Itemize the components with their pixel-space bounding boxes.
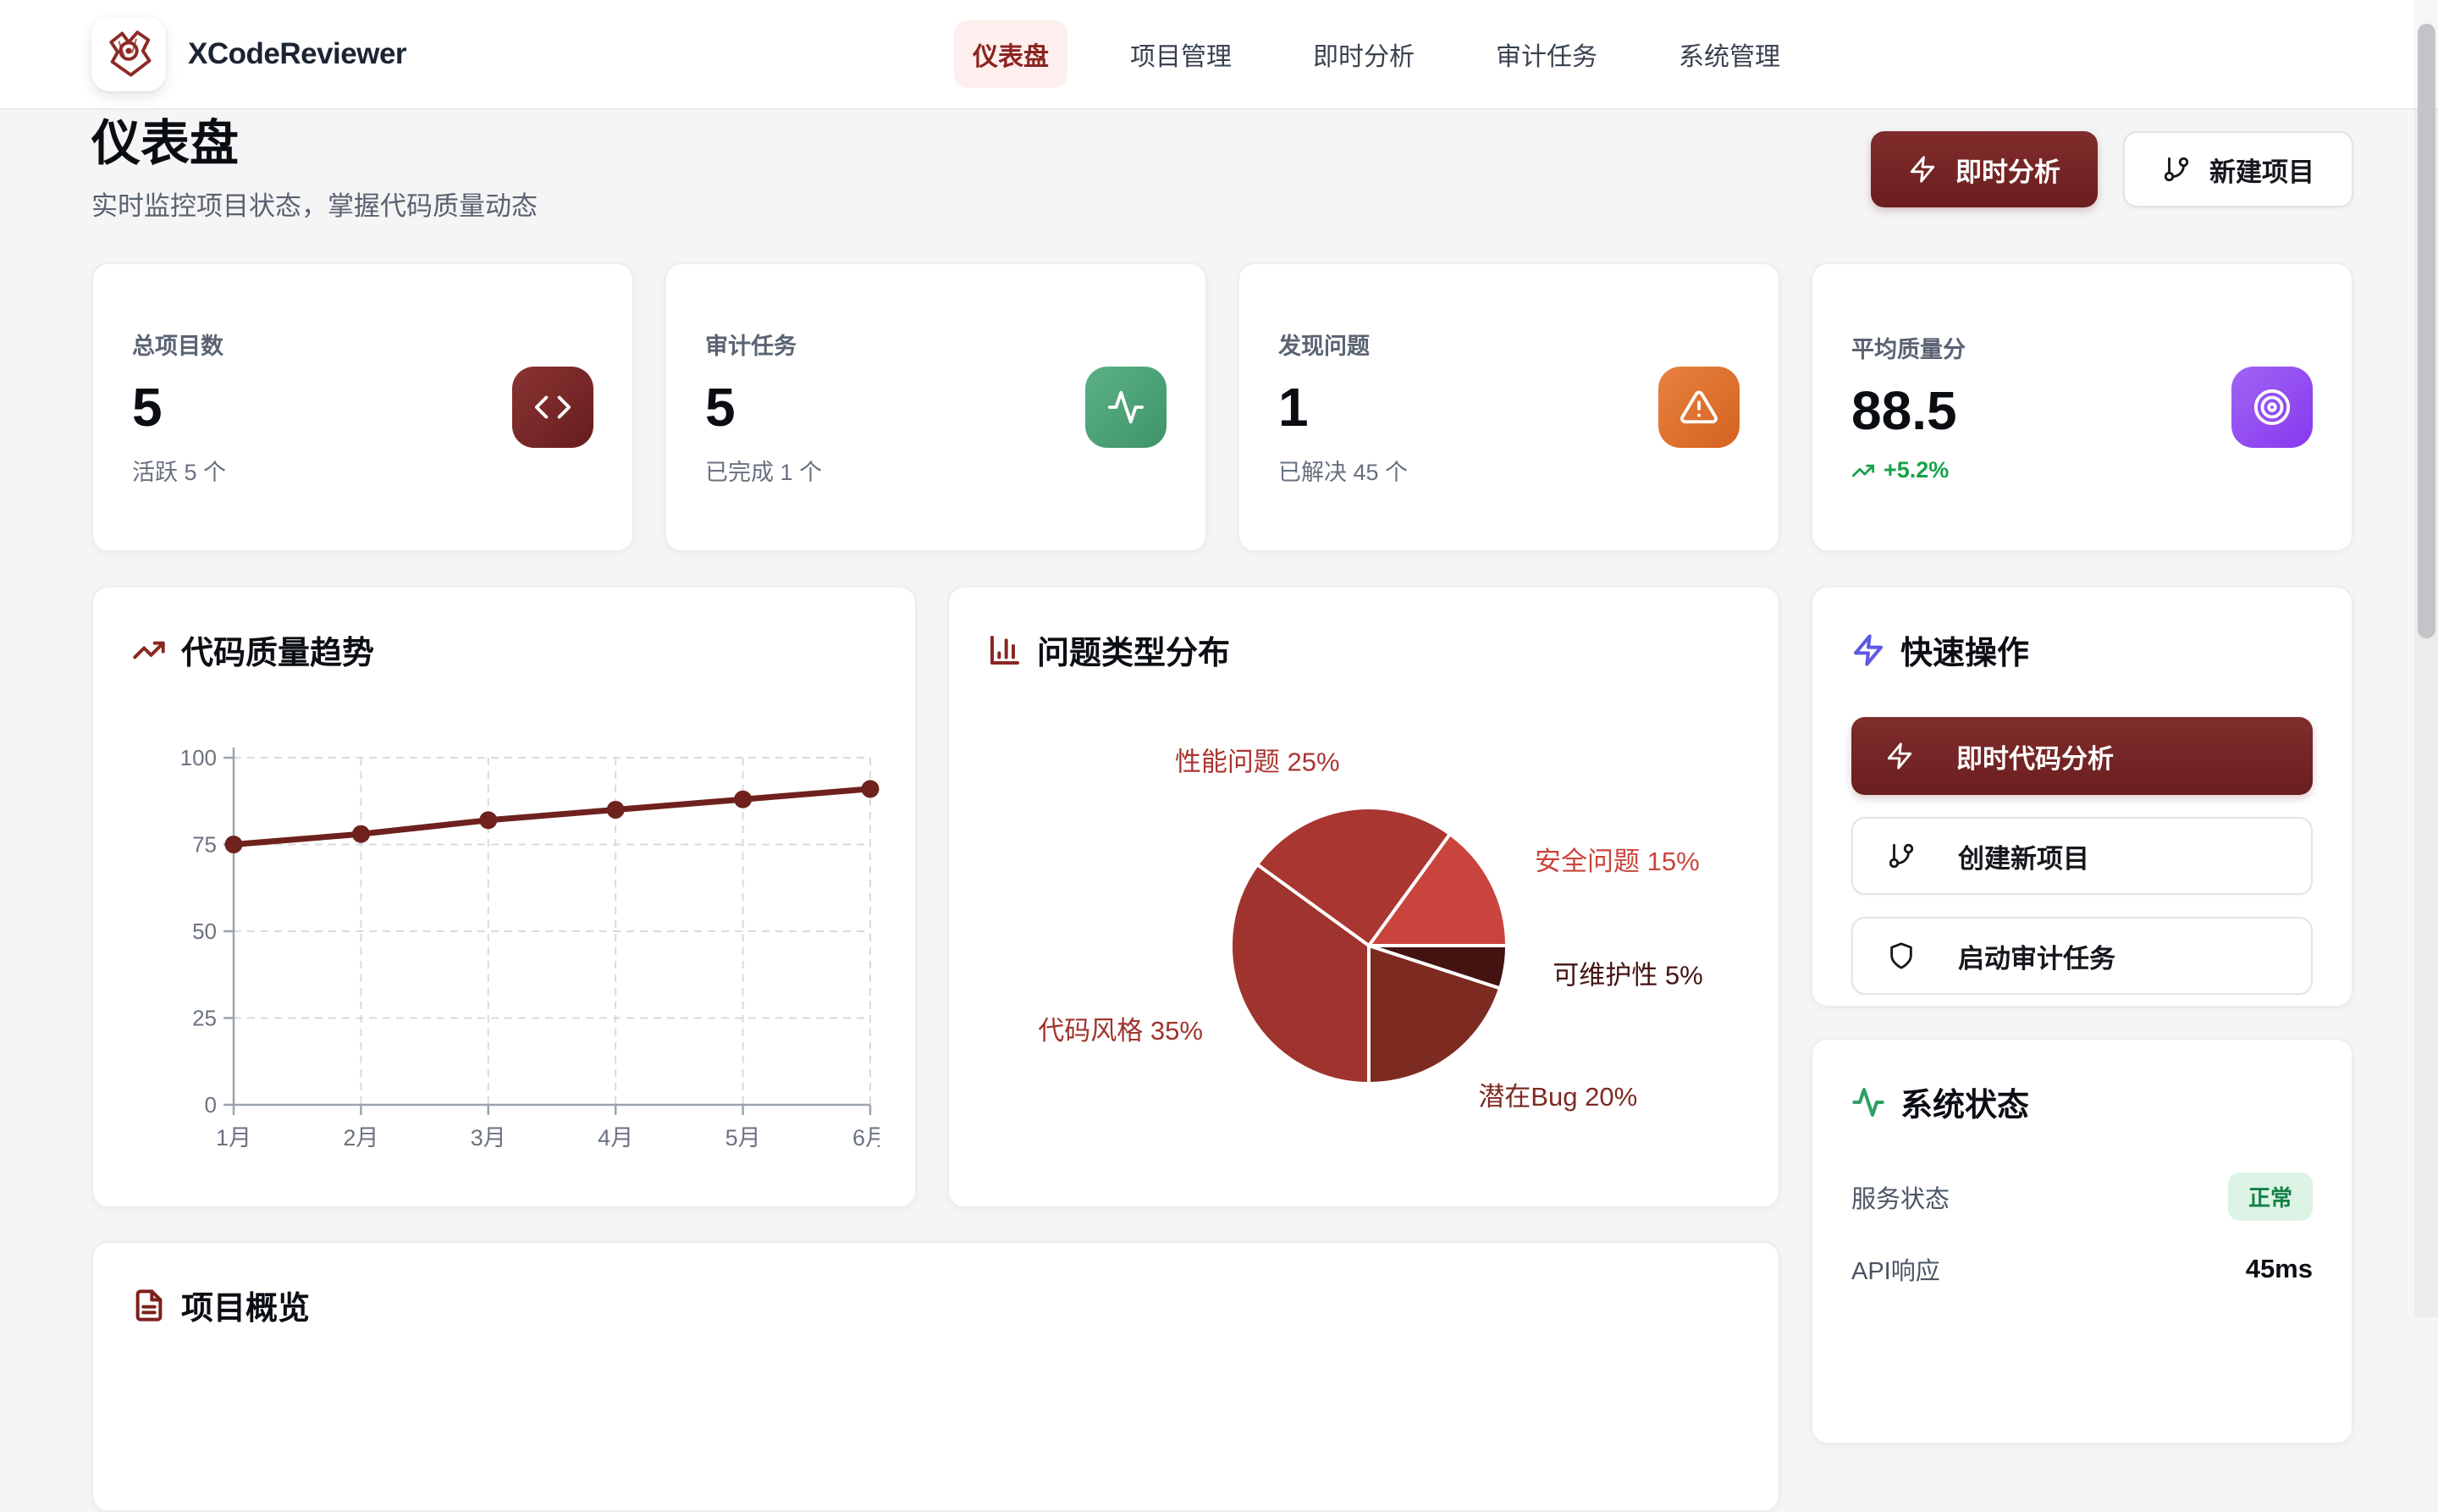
nav-item-dashboard[interactable]: 仪表盘 [954, 20, 1067, 88]
quick-action-label: 启动审计任务 [1958, 937, 2115, 975]
svg-text:0: 0 [205, 1092, 217, 1117]
stat-trend: +5.2% [1851, 457, 1966, 483]
quality-trend-card: 代码质量趋势 0 25 50 75 100 1月 2月 3月 4月 5月 6月 [91, 586, 917, 1208]
stat-label: 总项目数 [132, 328, 226, 361]
svg-text:3月: 3月 [471, 1125, 506, 1151]
quality-trend-chart[interactable]: 0 25 50 75 100 1月 2月 3月 4月 5月 6月 [132, 673, 880, 1164]
status-row-value: 45ms [2246, 1254, 2313, 1284]
svg-text:4月: 4月 [598, 1125, 633, 1151]
app-logo[interactable] [91, 17, 166, 91]
nav-item-system-admin[interactable]: 系统管理 [1660, 20, 1799, 88]
status-row-label: API响应 [1851, 1251, 1940, 1287]
start-audit-task-button[interactable]: 启动审计任务 [1851, 917, 2313, 995]
svg-text:安全问题 15%: 安全问题 15% [1535, 847, 1700, 876]
zap-icon [1851, 633, 1885, 667]
zap-icon [1908, 155, 1937, 184]
svg-text:潜在Bug 20%: 潜在Bug 20% [1478, 1082, 1637, 1112]
right-column: 快速操作 即时代码分析 创建新项目 [1811, 586, 2353, 1444]
quality-trend-title-row: 代码质量趋势 [132, 626, 876, 673]
system-status-title-row: 系统状态 [1851, 1079, 2313, 1125]
svg-text:50: 50 [192, 919, 217, 944]
instant-code-analysis-button[interactable]: 即时代码分析 [1851, 717, 2313, 795]
page-title: 仪表盘 [91, 117, 538, 171]
quick-actions-card: 快速操作 即时代码分析 创建新项目 [1811, 586, 2353, 1007]
stat-value: 5 [705, 376, 822, 439]
issue-distribution-title-row: 问题类型分布 [988, 626, 1740, 673]
header-actions: 即时分析 新建项目 [1871, 131, 2353, 207]
quick-actions-title: 快速操作 [1900, 626, 2029, 673]
quick-actions-list: 即时代码分析 创建新项目 启动审计任务 [1851, 717, 2313, 995]
project-overview-card: 项目概览 [91, 1241, 1780, 1512]
stat-card-total-projects: 总项目数 5 活跃 5 个 [91, 262, 634, 552]
shield-icon [1887, 941, 1916, 970]
main-nav: 仪表盘 项目管理 即时分析 审计任务 系统管理 [954, 20, 1799, 88]
alert-triangle-icon [1658, 367, 1740, 448]
system-status-title: 系统状态 [1900, 1079, 2029, 1125]
new-project-button-label: 新建项目 [2209, 151, 2314, 189]
top-nav-bar: XCodeReviewer 仪表盘 项目管理 即时分析 审计任务 系统管理 [0, 0, 2438, 110]
trending-up-icon [1851, 459, 1875, 483]
quick-actions-title-row: 快速操作 [1851, 626, 2313, 673]
activity-icon [1085, 367, 1167, 448]
fox-emblem-icon [102, 28, 155, 80]
nav-item-projects[interactable]: 项目管理 [1111, 20, 1250, 88]
service-status-row: 服务状态 正常 [1851, 1173, 2313, 1221]
system-status-rows: 服务状态 正常 API响应 45ms [1851, 1173, 2313, 1287]
stat-card-avg-quality: 平均质量分 88.5 +5.2% [1811, 262, 2353, 552]
svg-text:1月: 1月 [216, 1125, 251, 1151]
stat-value: 1 [1278, 376, 1408, 439]
stat-sub: 已完成 1 个 [705, 454, 822, 487]
project-overview-title-row: 项目概览 [132, 1282, 1740, 1328]
stat-label: 平均质量分 [1851, 331, 1966, 364]
quick-action-label: 创建新项目 [1958, 837, 2089, 875]
create-new-project-button[interactable]: 创建新项目 [1851, 817, 2313, 895]
stat-cards: 总项目数 5 活跃 5 个 审计任务 5 已完成 1 个 发现问题 1 已解决 … [91, 262, 2353, 552]
brand-name: XCodeReviewer [188, 37, 406, 71]
svg-text:性能问题 25%: 性能问题 25% [1175, 748, 1340, 777]
activity-icon [1851, 1085, 1885, 1119]
scrollbar-thumb[interactable] [2418, 24, 2435, 638]
svg-text:100: 100 [180, 745, 217, 770]
stat-trend-value: +5.2% [1884, 457, 1949, 483]
stat-label: 发现问题 [1278, 328, 1408, 361]
svg-text:2月: 2月 [343, 1125, 378, 1151]
issue-distribution-title: 问题类型分布 [1037, 626, 1230, 673]
svg-text:75: 75 [192, 832, 217, 858]
svg-text:代码风格 35%: 代码风格 35% [1038, 1016, 1203, 1046]
bar-chart-icon [988, 633, 1022, 667]
zap-icon [1885, 742, 1914, 770]
api-response-row: API响应 45ms [1851, 1251, 2313, 1287]
system-status-card: 系统状态 服务状态 正常 API响应 45ms [1811, 1038, 2353, 1444]
page-header: 仪表盘 实时监控项目状态，掌握代码质量动态 [91, 117, 538, 223]
stat-card-issues-found: 发现问题 1 已解决 45 个 [1238, 262, 1780, 552]
stat-card-audit-tasks: 审计任务 5 已完成 1 个 [665, 262, 1207, 552]
svg-text:可维护性 5%: 可维护性 5% [1553, 960, 1702, 990]
issue-distribution-card: 问题类型分布 安全问题 15% 性能问题 25% 代码风格 35% 潜在Bug 20%… [947, 586, 1780, 1208]
stat-value: 88.5 [1851, 379, 1966, 442]
stat-value: 5 [132, 376, 226, 439]
svg-text:6月: 6月 [852, 1125, 880, 1151]
page-subtitle: 实时监控项目状态，掌握代码质量动态 [91, 185, 538, 223]
target-icon [2231, 367, 2313, 448]
code-icon [512, 367, 593, 448]
instant-analysis-button[interactable]: 即时分析 [1871, 131, 2098, 207]
trending-up-icon [132, 633, 166, 667]
nav-item-audit-tasks[interactable]: 审计任务 [1477, 20, 1616, 88]
git-branch-icon [2162, 155, 2191, 184]
stat-label: 审计任务 [705, 328, 822, 361]
quick-action-label: 即时代码分析 [1956, 737, 2114, 775]
issue-distribution-chart[interactable]: 安全问题 15% 性能问题 25% 代码风格 35% 潜在Bug 20% 可维护性 5% [988, 673, 1743, 1177]
project-overview-title: 项目概览 [181, 1282, 310, 1328]
status-row-label: 服务状态 [1851, 1179, 1950, 1215]
quality-trend-title: 代码质量趋势 [181, 626, 374, 673]
new-project-button[interactable]: 新建项目 [2123, 131, 2353, 207]
nav-item-instant-analysis[interactable]: 即时分析 [1294, 20, 1433, 88]
stat-sub: 已解决 45 个 [1278, 454, 1408, 487]
instant-analysis-button-label: 即时分析 [1955, 151, 2060, 189]
stat-sub: 活跃 5 个 [132, 454, 226, 487]
svg-text:5月: 5月 [725, 1125, 761, 1151]
status-badge: 正常 [2228, 1173, 2313, 1221]
git-branch-icon [1887, 842, 1916, 870]
svg-text:25: 25 [192, 1006, 217, 1031]
